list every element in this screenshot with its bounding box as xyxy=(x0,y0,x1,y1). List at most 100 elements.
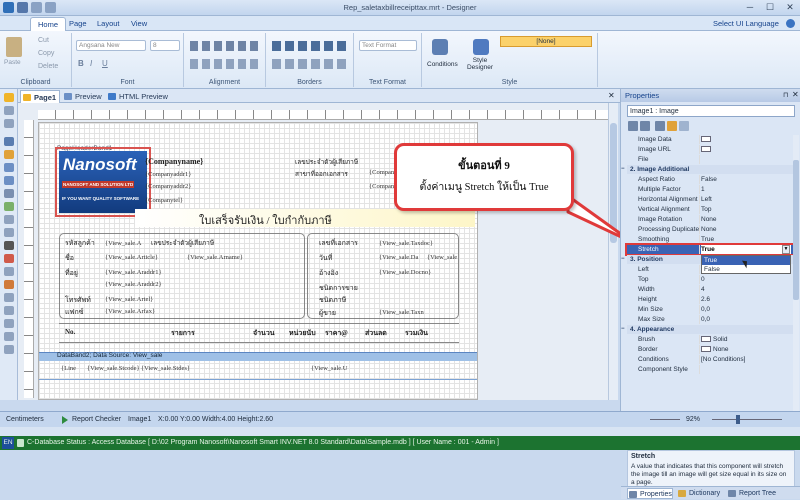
tab-layout[interactable]: Layout xyxy=(90,17,127,31)
property-category[interactable]: 4. Appearance − xyxy=(621,325,793,334)
property-row[interactable]: Horizontal Alignment Left xyxy=(627,195,793,204)
group-tool-icon[interactable] xyxy=(4,176,14,185)
map-tool-icon[interactable] xyxy=(4,332,14,341)
collapse-icon[interactable]: − xyxy=(621,255,625,264)
right-label-5[interactable]: ผู้ขาย xyxy=(319,308,336,319)
help-icon[interactable] xyxy=(786,19,795,28)
zoom-tool-icon[interactable] xyxy=(4,119,14,128)
conditions-button[interactable]: Conditions xyxy=(427,61,458,68)
tab-preview[interactable]: Preview xyxy=(62,90,106,103)
property-value[interactable]: False xyxy=(701,175,791,184)
font-size-select[interactable]: 8 xyxy=(150,40,180,51)
left-value-0[interactable]: {View_sale.A xyxy=(105,240,141,247)
property-value[interactable]: Left xyxy=(701,195,791,204)
right-label-3[interactable]: ชนิดการขาย xyxy=(319,283,358,294)
property-grid-scrollbar[interactable] xyxy=(793,135,799,449)
col-price[interactable]: ราคา@ xyxy=(325,328,348,339)
col-discount[interactable]: ส่วนลด xyxy=(365,328,387,339)
style-select[interactable]: [None] xyxy=(500,36,592,47)
delete-button[interactable]: Delete xyxy=(38,63,58,70)
property-row[interactable]: Border None xyxy=(627,345,793,354)
border-icons[interactable] xyxy=(272,41,348,51)
cut-button[interactable]: Cut xyxy=(38,37,49,44)
color-swatch[interactable] xyxy=(701,336,711,343)
save-icon[interactable] xyxy=(17,2,28,13)
right-value-5[interactable]: {View_sale.Taxn xyxy=(379,309,424,316)
property-row[interactable]: Min Size 0,0 xyxy=(627,305,793,314)
property-value[interactable] xyxy=(701,145,791,154)
company-addr1[interactable]: {Companyaddr1} xyxy=(145,171,191,178)
property-value[interactable]: True xyxy=(701,235,791,244)
tab-home[interactable]: Home xyxy=(30,17,67,31)
property-row[interactable]: Multiple Factor 1 xyxy=(627,185,793,194)
left-label-0[interactable]: รหัสลูกค้า xyxy=(65,238,95,249)
tab-page[interactable]: Page xyxy=(62,17,94,31)
chart-tool-icon[interactable] xyxy=(4,254,14,263)
close-doc-icon[interactable]: ✕ xyxy=(608,91,615,100)
cross-tab-tool-icon[interactable] xyxy=(4,319,14,328)
property-row[interactable]: Image Data xyxy=(627,135,793,144)
property-value[interactable]: None xyxy=(701,225,791,234)
redo-icon[interactable] xyxy=(45,2,56,13)
panel-tool-icon[interactable] xyxy=(4,306,14,315)
customer-tax-label[interactable]: เลขประจำตัวผู้เสียภาษี xyxy=(151,238,214,248)
right-label-2[interactable]: อ้างอิง xyxy=(319,268,338,279)
property-value[interactable]: [No Conditions] xyxy=(701,355,791,364)
stretch-dropdown-list[interactable]: True False xyxy=(701,255,791,274)
tab-page1[interactable]: Page1 xyxy=(20,90,60,103)
customer-tax-value[interactable]: {View_sale.Arname} xyxy=(187,254,243,261)
property-row[interactable]: File xyxy=(627,155,793,164)
grid-scroll-thumb[interactable] xyxy=(793,160,799,300)
property-row[interactable]: Top 0 xyxy=(627,275,793,284)
left-value-1[interactable]: {View_sale.Article} xyxy=(105,254,158,261)
zoom-thumb[interactable] xyxy=(736,415,740,424)
property-value[interactable]: 0,0 xyxy=(701,305,791,314)
bold-icon[interactable]: B xyxy=(78,59,84,68)
valign-icons[interactable] xyxy=(190,59,260,69)
property-row[interactable]: Max Size 0,0 xyxy=(627,315,793,324)
image-tool-icon[interactable] xyxy=(4,202,14,211)
left-label-2[interactable]: ที่อยู่ xyxy=(65,268,78,279)
tab-report-tree[interactable]: Report Tree xyxy=(727,488,776,499)
right-value-0[interactable]: {View_sale.Taxdoc} xyxy=(379,240,433,247)
right-extra-field[interactable]: {View_sale xyxy=(427,254,457,261)
property-row[interactable]: Smoothing True xyxy=(627,235,793,244)
right-label-1[interactable]: วันที่ xyxy=(319,253,332,264)
property-row[interactable]: Vertical Alignment Top xyxy=(627,205,793,214)
select-tool-icon[interactable] xyxy=(4,93,14,102)
col-qty[interactable]: จำนวน xyxy=(253,328,275,339)
branch-label[interactable]: สาขาที่ออกเอกสาร xyxy=(295,169,348,179)
company-tel[interactable]: {Companytel} xyxy=(145,197,183,204)
property-value[interactable]: Top xyxy=(701,205,791,214)
table-tool-icon[interactable] xyxy=(4,189,14,198)
paste-button[interactable]: Paste xyxy=(4,59,21,66)
row-stdes-field[interactable]: {View_sale.Stdes} xyxy=(141,365,190,372)
right-value-1[interactable]: {View_sale.Da xyxy=(379,254,418,261)
row-unit-field[interactable]: {View_sale.U xyxy=(311,365,347,372)
property-value[interactable]: 2.6 xyxy=(701,295,791,304)
checkbox-tool-icon[interactable] xyxy=(4,267,14,276)
zoom-slider[interactable] xyxy=(650,419,680,420)
undo-icon[interactable] xyxy=(31,2,42,13)
maximize-button[interactable]: ☐ xyxy=(760,1,780,14)
col-no[interactable]: No. xyxy=(65,328,75,336)
company-addr2[interactable]: {Companyaddr2} xyxy=(145,183,191,190)
font-family-select[interactable]: Angsana New xyxy=(76,40,146,51)
tab-dictionary[interactable]: Dictionary xyxy=(677,488,720,499)
italic-icon[interactable]: I xyxy=(90,59,92,68)
pin-icon[interactable]: ⊓ xyxy=(783,91,788,99)
ellipsis-button[interactable] xyxy=(701,136,711,143)
collapse-icon[interactable]: − xyxy=(621,325,625,334)
property-value[interactable]: None xyxy=(701,215,791,224)
property-row[interactable]: Height 2.6 xyxy=(627,295,793,304)
property-category[interactable]: 2. Image Additional − xyxy=(621,165,793,174)
property-row[interactable]: Stretch True ▼ xyxy=(625,243,795,256)
property-row[interactable]: Width 4 xyxy=(627,285,793,294)
col-total[interactable]: รวมเงิน xyxy=(405,328,428,339)
property-row[interactable]: Brush Solid xyxy=(627,335,793,344)
events-icon[interactable] xyxy=(667,121,677,131)
close-button[interactable]: ✕ xyxy=(780,1,800,14)
text-format-select[interactable]: Text Format xyxy=(359,40,417,51)
right-value-2[interactable]: {View_sale.Docno} xyxy=(379,269,431,276)
property-value[interactable]: 0,0 xyxy=(701,315,791,324)
